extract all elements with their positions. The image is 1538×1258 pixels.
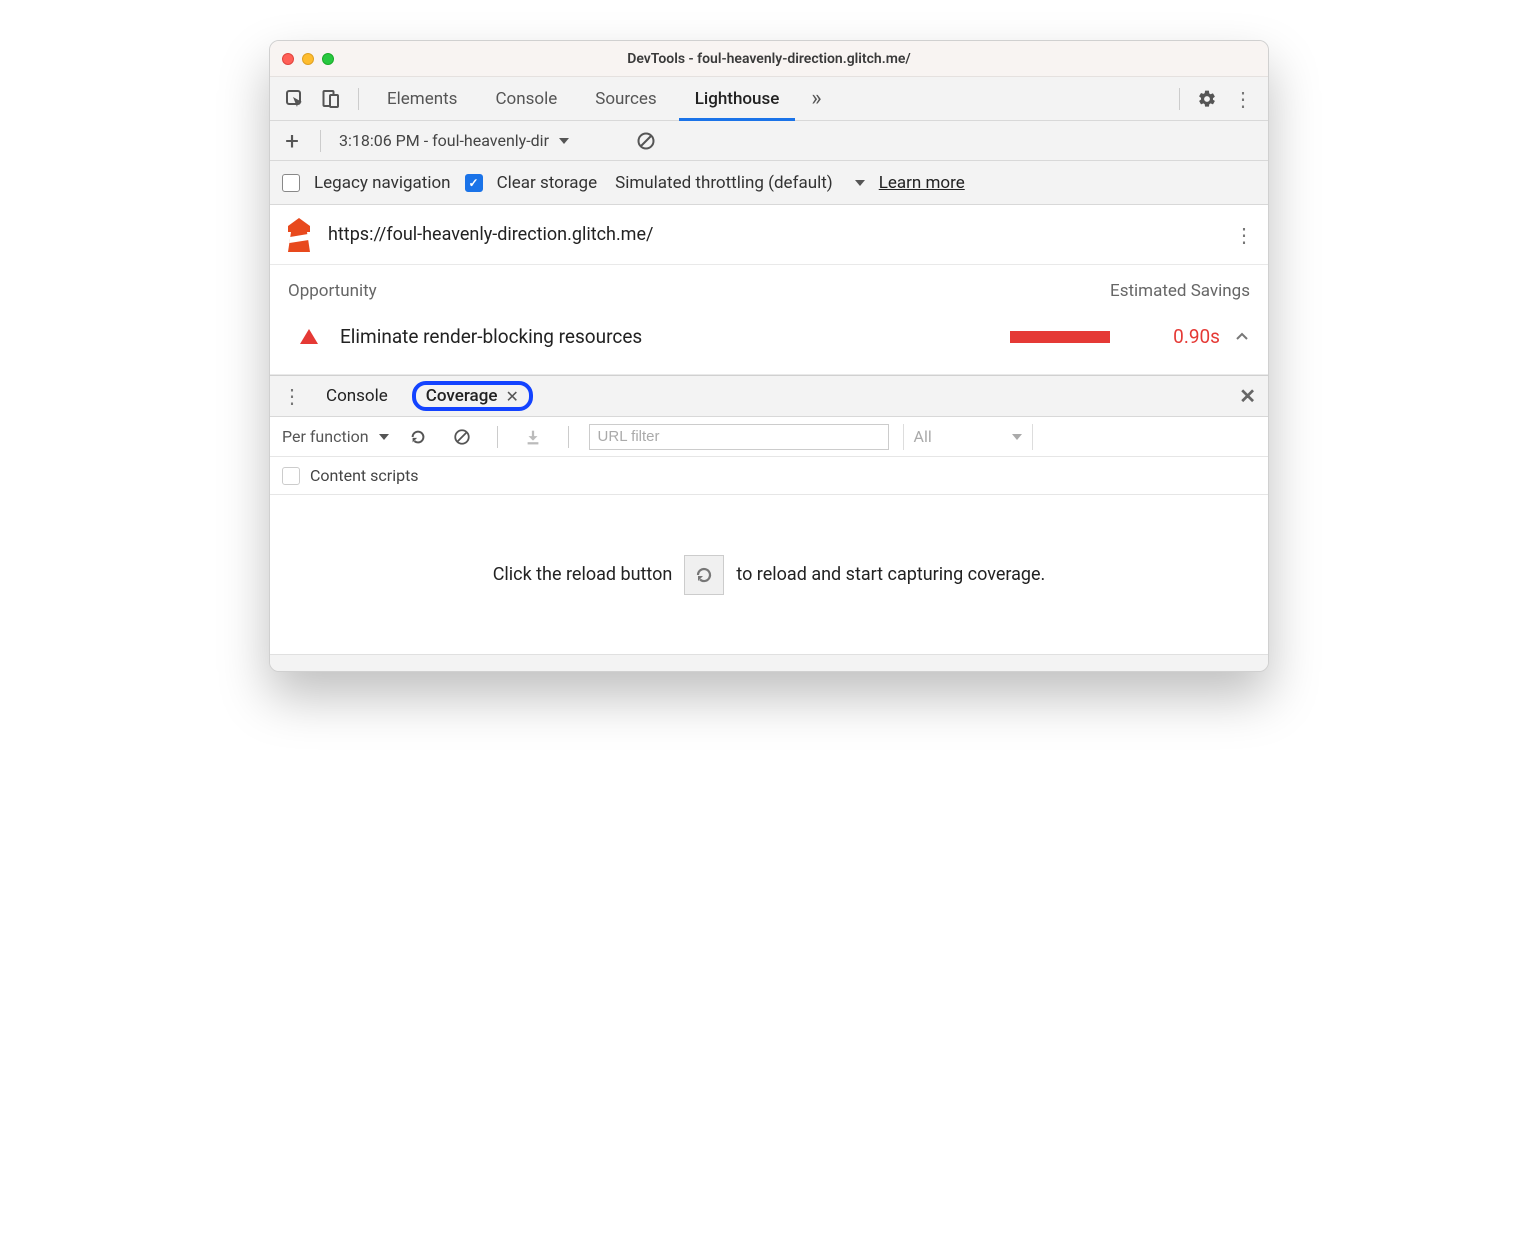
opportunity-column-label: Opportunity (288, 281, 377, 301)
device-toolbar-icon[interactable] (316, 84, 346, 114)
report-selector[interactable]: 3:18:06 PM - foul-heavenly-dir (339, 131, 619, 150)
dropdown-caret-icon (1012, 434, 1022, 440)
lighthouse-settings-row: Legacy navigation ✓ Clear storage Simula… (270, 161, 1268, 205)
report-menu-icon[interactable]: ⋮ (1234, 225, 1254, 245)
zoom-window-button[interactable] (322, 53, 334, 65)
divider (568, 426, 569, 448)
granularity-label: Per function (282, 427, 369, 446)
dropdown-caret-icon (559, 138, 569, 144)
drawer-tab-coverage[interactable]: Coverage ✕ (412, 381, 533, 411)
clear-storage-checkbox[interactable]: ✓ (465, 174, 483, 192)
content-scripts-checkbox[interactable] (282, 467, 300, 485)
type-filter-label: All (914, 427, 932, 446)
dropdown-caret-icon (379, 434, 389, 440)
divider (497, 426, 498, 448)
savings-value: 0.90s (1130, 325, 1220, 348)
url-filter-input[interactable] (589, 424, 889, 450)
new-report-button[interactable]: + (282, 127, 302, 155)
divider (1179, 88, 1180, 110)
kebab-menu-icon[interactable]: ⋮ (1228, 84, 1258, 114)
opportunities-header: Opportunity Estimated Savings (270, 265, 1268, 311)
export-icon (518, 422, 548, 452)
window-controls (282, 53, 334, 65)
coverage-toolbar: Per function All (270, 417, 1268, 457)
drawer-tabstrip: ⋮ Console Coverage ✕ ✕ (270, 375, 1268, 417)
opportunity-title: Eliminate render-blocking resources (340, 325, 642, 348)
legacy-navigation-checkbox[interactable] (282, 174, 300, 192)
reload-icon[interactable] (403, 422, 433, 452)
opportunity-row[interactable]: Eliminate render-blocking resources 0.90… (270, 311, 1268, 375)
tab-console[interactable]: Console (479, 77, 573, 121)
clear-storage-label: Clear storage (497, 173, 598, 193)
divider (320, 130, 321, 152)
tab-lighthouse[interactable]: Lighthouse (679, 77, 796, 121)
clear-icon[interactable] (631, 126, 661, 156)
drawer-tab-console-label: Console (326, 386, 388, 406)
report-url: https://foul-heavenly-direction.glitch.m… (328, 224, 653, 245)
learn-more-link[interactable]: Learn more (879, 173, 965, 193)
settings-gear-icon[interactable] (1192, 84, 1222, 114)
tab-sources[interactable]: Sources (579, 77, 672, 121)
drawer-menu-icon[interactable]: ⋮ (282, 386, 302, 406)
throttling-select[interactable]: Simulated throttling (default) (615, 173, 865, 193)
empty-state-text-post: to reload and start capturing coverage. (736, 564, 1045, 585)
savings-bar (1010, 331, 1110, 343)
fail-triangle-icon (300, 329, 318, 344)
main-tabstrip: Elements Console Sources Lighthouse » ⋮ (270, 77, 1268, 121)
tab-elements[interactable]: Elements (371, 77, 473, 121)
content-scripts-label: Content scripts (310, 466, 419, 485)
statusbar (270, 655, 1268, 671)
devtools-window: DevTools - foul-heavenly-direction.glitc… (269, 40, 1269, 672)
content-scripts-row: Content scripts (270, 457, 1268, 495)
close-tab-icon[interactable]: ✕ (505, 387, 518, 406)
lighthouse-logo-icon (284, 218, 314, 252)
granularity-select[interactable]: Per function (282, 427, 389, 446)
savings-column-label: Estimated Savings (1110, 281, 1250, 301)
type-filter-select[interactable]: All (903, 424, 1033, 450)
drawer-tab-console[interactable]: Console (316, 381, 398, 411)
titlebar: DevTools - foul-heavenly-direction.glitc… (270, 41, 1268, 77)
divider (358, 88, 359, 110)
legacy-navigation-label: Legacy navigation (314, 173, 451, 193)
dropdown-caret-icon (855, 180, 865, 186)
inspect-element-icon[interactable] (280, 84, 310, 114)
window-title: DevTools - foul-heavenly-direction.glitc… (270, 51, 1268, 67)
throttling-label: Simulated throttling (default) (615, 173, 833, 193)
drawer-tab-coverage-label: Coverage (426, 386, 498, 406)
coverage-empty-state: Click the reload button to reload and st… (270, 495, 1268, 655)
lighthouse-toolbar: + 3:18:06 PM - foul-heavenly-dir (270, 121, 1268, 161)
close-drawer-icon[interactable]: ✕ (1239, 384, 1256, 408)
more-tabs-icon[interactable]: » (801, 84, 831, 114)
empty-state-text-pre: Click the reload button (493, 564, 673, 585)
close-window-button[interactable] (282, 53, 294, 65)
report-url-row: https://foul-heavenly-direction.glitch.m… (270, 205, 1268, 265)
report-selector-label: 3:18:06 PM - foul-heavenly-dir (339, 131, 549, 150)
reload-button[interactable] (684, 555, 724, 595)
chevron-up-icon (1234, 329, 1250, 345)
minimize-window-button[interactable] (302, 53, 314, 65)
clear-coverage-icon[interactable] (447, 422, 477, 452)
